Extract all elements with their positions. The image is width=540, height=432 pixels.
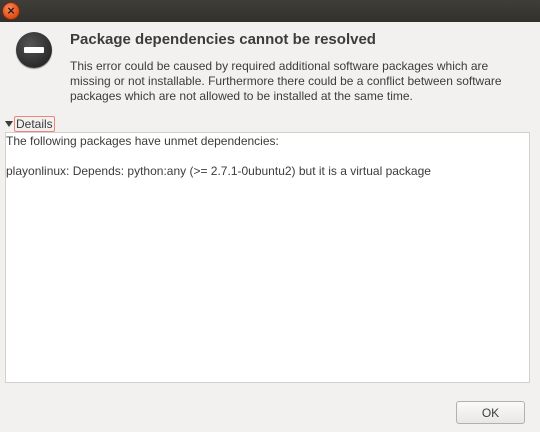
dialog-heading: Package dependencies cannot be resolved [70, 31, 376, 48]
details-line: playonlinux: Depends: python:any (>= 2.7… [6, 164, 431, 178]
error-dialog: Package dependencies cannot be resolved … [0, 22, 540, 432]
details-line: The following packages have unmet depend… [6, 134, 279, 148]
ok-button[interactable]: OK [456, 401, 525, 424]
details-line [6, 149, 529, 164]
error-icon-bar [24, 47, 44, 53]
dialog-message: This error could be caused by required a… [70, 59, 502, 103]
expander-arrow-icon [5, 120, 13, 127]
window-titlebar: × [0, 0, 540, 22]
details-text-area[interactable]: The following packages have unmet depend… [5, 132, 530, 383]
details-expander[interactable]: Details [5, 116, 55, 132]
details-label: Details [14, 116, 55, 132]
error-icon [16, 32, 52, 68]
close-icon[interactable]: × [3, 3, 19, 19]
